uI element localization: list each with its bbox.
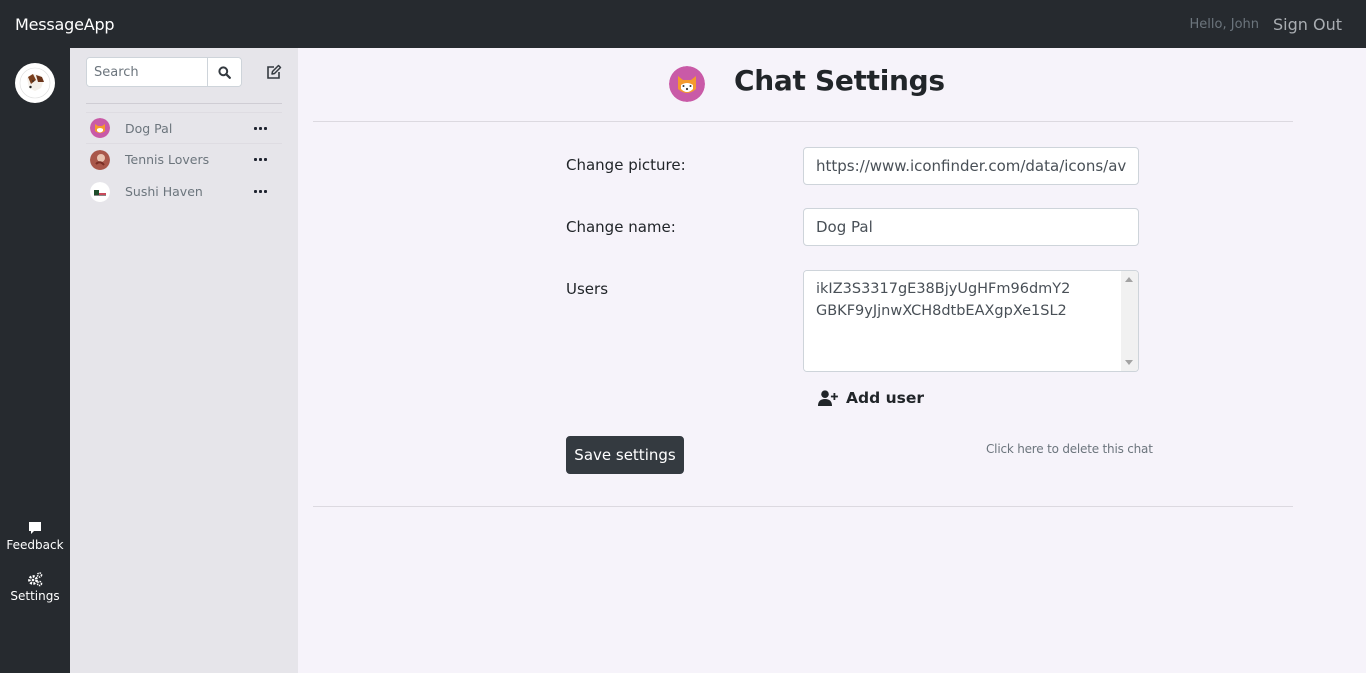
dog-avatar-icon <box>19 67 51 99</box>
ellipsis-icon <box>253 190 267 193</box>
save-settings-button[interactable]: Save settings <box>566 436 684 474</box>
chat-name: Tennis Lovers <box>125 152 210 167</box>
chat-list-sidebar: Dog Pal Tennis Lovers Sushi Hav <box>70 48 298 673</box>
change-name-label: Change name: <box>566 218 676 236</box>
user-greeting: Hello, John <box>1189 16 1259 32</box>
search-icon <box>218 65 231 79</box>
chat-item-dog-pal[interactable]: Dog Pal <box>86 112 282 144</box>
users-field: ikIZ3S3317gE38BjyUgHFm96dmY2 GBKF9yJjnwX… <box>803 270 1139 372</box>
search-button[interactable] <box>207 58 242 86</box>
topbar-user-area: Hello, John Sign Out <box>1190 15 1342 34</box>
settings-header: Chat Settings <box>298 48 1366 121</box>
comment-icon <box>29 522 41 534</box>
search-row <box>86 57 282 87</box>
edit-icon <box>266 64 281 79</box>
divider-top <box>313 121 1293 122</box>
nav-feedback[interactable]: Feedback <box>0 520 70 552</box>
scroll-down-arrow-icon[interactable] <box>1125 360 1133 365</box>
chat-options-button[interactable] <box>250 126 270 130</box>
chat-item-sushi-haven[interactable]: Sushi Haven <box>86 176 282 208</box>
chat-name: Sushi Haven <box>125 184 203 199</box>
chat-options-button[interactable] <box>250 190 270 193</box>
chat-options-button[interactable] <box>250 158 270 161</box>
users-scrollbar[interactable] <box>1121 271 1138 371</box>
cogs-icon <box>28 572 43 587</box>
user-avatar[interactable] <box>15 63 55 103</box>
chat-avatar-dog-icon <box>669 66 705 102</box>
picture-url-input[interactable] <box>803 147 1139 185</box>
dog-pal-avatar <box>90 118 110 138</box>
search-input[interactable] <box>87 58 207 86</box>
tennis-lovers-avatar <box>90 149 110 170</box>
user-plus-icon <box>818 390 838 406</box>
top-navbar: MessageApp Hello, John Sign Out <box>0 0 1366 48</box>
chat-name-input[interactable] <box>803 208 1139 246</box>
change-picture-label: Change picture: <box>566 156 686 174</box>
nav-settings[interactable]: Settings <box>0 571 70 603</box>
delete-chat-link[interactable]: Click here to delete this chat <box>986 442 1153 456</box>
scroll-up-arrow-icon[interactable] <box>1125 277 1133 282</box>
nav-settings-label: Settings <box>10 589 60 603</box>
users-textarea[interactable]: ikIZ3S3317gE38BjyUgHFm96dmY2 GBKF9yJjnwX… <box>804 271 1122 371</box>
users-label: Users <box>566 280 609 298</box>
list-divider <box>86 103 282 104</box>
sign-out-link[interactable]: Sign Out <box>1273 15 1342 34</box>
chat-items: Dog Pal Tennis Lovers Sushi Haven <box>86 112 282 208</box>
ellipsis-icon <box>253 158 267 161</box>
nav-feedback-label: Feedback <box>6 538 64 552</box>
add-user-button[interactable]: Add user <box>818 389 924 407</box>
divider-bottom <box>313 506 1293 507</box>
ellipsis-icon <box>253 126 267 130</box>
add-user-label: Add user <box>846 389 924 407</box>
left-nav: Feedback Settings <box>0 48 70 673</box>
chat-settings-panel: Chat Settings Change picture: Change nam… <box>298 48 1366 673</box>
new-chat-button[interactable] <box>264 63 282 81</box>
app-brand[interactable]: MessageApp <box>15 15 115 34</box>
page-title: Chat Settings <box>734 64 945 97</box>
search-group <box>86 57 243 87</box>
chat-item-tennis-lovers[interactable]: Tennis Lovers <box>86 144 282 176</box>
sushi-haven-avatar <box>90 181 110 202</box>
chat-name: Dog Pal <box>125 120 173 136</box>
